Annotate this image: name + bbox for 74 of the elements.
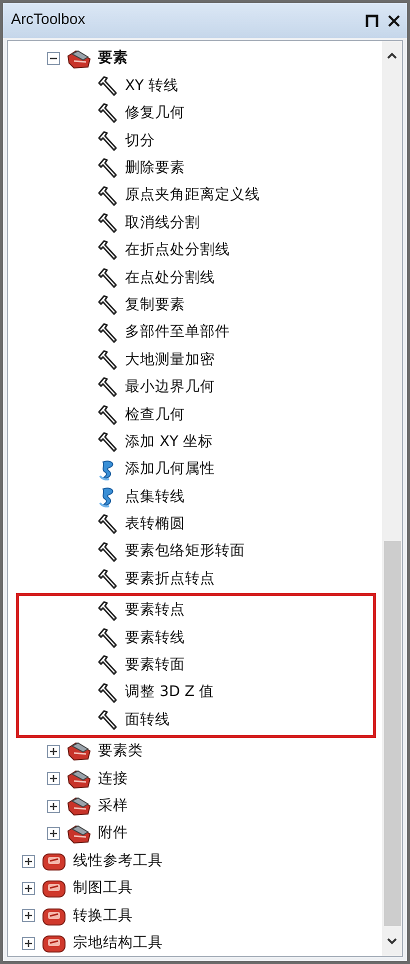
hammer-icon (97, 102, 119, 124)
tree-item-label[interactable]: XY 转线 (125, 78, 178, 94)
hammer-icon (97, 376, 119, 398)
tree-item-label[interactable]: 在点处分割线 (125, 270, 215, 286)
tree-item-label[interactable]: 宗地结构工具 (73, 936, 163, 950)
hammer-icon (97, 431, 119, 454)
tree-item-label[interactable]: 切分 (125, 134, 155, 148)
tree-item-label[interactable]: 大地测量加密 (125, 352, 215, 368)
tree-item-label[interactable]: 点集转线 (125, 490, 185, 504)
expand-icon[interactable] (47, 800, 60, 813)
tree-item-label[interactable]: 修复几何 (125, 106, 185, 121)
tree-item-label[interactable]: 添加几何属性 (125, 462, 215, 477)
hammer-icon (97, 130, 119, 152)
tree-item-label[interactable]: 检查几何 (125, 408, 185, 422)
toolset-icon (66, 822, 92, 845)
close-icon[interactable] (387, 14, 401, 28)
tree-item-label[interactable]: 原点夹角距离定义线 (125, 188, 260, 203)
expand-icon[interactable] (22, 854, 35, 868)
expand-icon[interactable] (22, 882, 35, 895)
tree-item-label[interactable]: 采样 (98, 798, 128, 814)
collapse-icon[interactable] (47, 52, 60, 66)
pin-icon[interactable] (365, 14, 379, 28)
expand-icon[interactable] (47, 744, 60, 758)
expand-icon[interactable] (47, 827, 60, 840)
toolset-icon (66, 740, 92, 762)
hammer-icon (97, 322, 119, 344)
hammer-icon (97, 404, 119, 426)
tree-item-label[interactable]: 连接 (98, 772, 128, 786)
expand-icon[interactable] (22, 936, 35, 950)
tree-item-label[interactable]: 在折点处分割线 (125, 243, 230, 258)
hammer-icon (97, 600, 119, 622)
tree-item-label[interactable]: 附件 (98, 826, 128, 841)
window-title: ArcToolbox (11, 10, 86, 30)
hammer-icon (97, 212, 119, 234)
hammer-icon (97, 348, 119, 371)
tree-item-label[interactable]: 最小边界几何 (125, 380, 215, 395)
tree-item-label[interactable]: 要素包络矩形转面 (125, 544, 245, 559)
tree-item-label[interactable]: 要素转面 (125, 658, 185, 673)
scrollbar[interactable] (382, 41, 402, 956)
tree-item-label[interactable]: 调整 3D Z 值 (125, 685, 214, 700)
tree-item-label[interactable]: 表转椭圆 (125, 517, 185, 532)
tree-item-label[interactable]: 要素转点 (125, 603, 185, 618)
tree-item-label[interactable]: 多部件至单部件 (125, 325, 230, 340)
hammer-icon (97, 682, 119, 704)
toolset-icon (66, 768, 92, 790)
hammer-icon (97, 294, 119, 316)
tree-item-label[interactable]: 要素 (98, 51, 128, 66)
expand-icon[interactable] (22, 909, 35, 922)
hammer-icon (97, 239, 119, 262)
hammer-icon (97, 654, 119, 676)
hammer-icon (97, 184, 119, 207)
tree-item-label[interactable]: 要素折点转点 (125, 572, 215, 586)
tree-item-label[interactable]: 删除要素 (125, 161, 185, 176)
toolset-icon (66, 48, 92, 70)
scrollbar-thumb[interactable] (384, 541, 400, 926)
hammer-icon (97, 626, 119, 649)
tree-item-label[interactable]: 转换工具 (73, 908, 133, 924)
toolset-icon (66, 795, 92, 818)
tree-item-label[interactable]: 添加 XY 坐标 (125, 434, 214, 450)
tree-item-label[interactable]: 线性参考工具 (73, 854, 163, 868)
hammer-icon (97, 709, 119, 732)
tree-item-label[interactable]: 制图工具 (73, 881, 133, 896)
tree-item-label[interactable]: 取消线分割 (125, 216, 200, 230)
hammer-icon (97, 75, 119, 98)
tree-item-label[interactable]: 要素转线 (125, 630, 185, 646)
hammer-icon (97, 540, 119, 563)
expand-icon[interactable] (47, 772, 60, 786)
tree-item-label[interactable]: 要素类 (98, 744, 143, 759)
hammer-icon (97, 157, 119, 180)
hammer-icon (97, 513, 119, 536)
hammer-icon (97, 266, 119, 289)
tree-item-label[interactable]: 复制要素 (125, 298, 185, 312)
hammer-icon (97, 568, 119, 590)
tree-item-label[interactable]: 面转线 (125, 712, 170, 728)
